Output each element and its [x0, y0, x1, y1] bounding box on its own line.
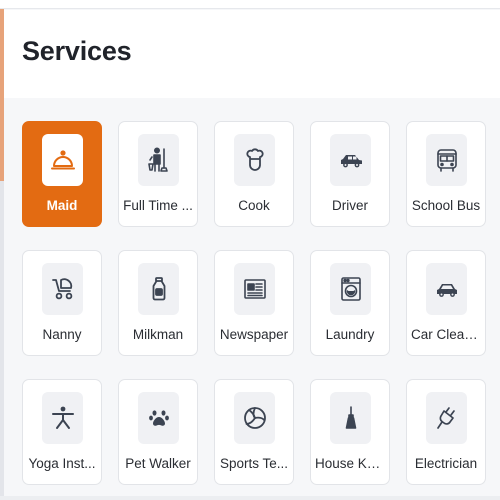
chef-icon	[245, 148, 264, 171]
bus-icon	[436, 149, 457, 172]
service-card-newspaper[interactable]: Newspaper	[214, 250, 294, 356]
service-label: Newspaper	[219, 327, 289, 342]
car-icon	[436, 284, 457, 297]
plug-icon	[436, 407, 455, 429]
services-grid: Maid Full Time ... Cook Driver School Bu…	[22, 121, 486, 485]
services-grid-area: Maid Full Time ... Cook Driver School Bu…	[4, 98, 500, 500]
service-label: Yoga Inst...	[28, 456, 96, 471]
service-label: Driver	[332, 198, 368, 213]
newspaper-icon	[243, 279, 266, 299]
service-card-milkman[interactable]: Milkman	[118, 250, 198, 356]
top-divider	[0, 0, 500, 9]
janitor-icon	[147, 147, 168, 172]
paw-icon	[148, 410, 169, 426]
header: Services	[4, 10, 500, 98]
service-card-full-time[interactable]: Full Time ...	[118, 121, 198, 227]
service-label: Pet Walker	[125, 456, 191, 471]
service-card-house-keeper[interactable]: House Ke...	[310, 379, 390, 485]
washing-machine-icon	[340, 277, 361, 301]
service-label: Maid	[46, 198, 78, 213]
service-label: House Ke...	[315, 456, 386, 471]
service-label: Nanny	[42, 327, 82, 342]
service-card-yoga-instructor[interactable]: Yoga Inst...	[22, 379, 102, 485]
stroller-icon	[51, 278, 72, 300]
service-card-maid[interactable]: Maid	[22, 121, 102, 227]
service-label: Laundry	[325, 327, 375, 342]
volleyball-icon	[243, 407, 266, 429]
service-card-school-bus[interactable]: School Bus	[406, 121, 486, 227]
service-label: Cook	[238, 198, 270, 213]
bottom-edge	[0, 496, 500, 500]
service-label: School Bus	[411, 198, 481, 213]
service-label: Sports Te...	[219, 456, 289, 471]
yoga-icon	[51, 406, 74, 429]
service-label: Milkman	[132, 327, 184, 342]
service-label: Electrician	[414, 456, 478, 471]
service-card-sports-teacher[interactable]: Sports Te...	[214, 379, 294, 485]
service-card-pet-walker[interactable]: Pet Walker	[118, 379, 198, 485]
page-title: Services	[22, 36, 132, 66]
service-label: Car Cleaner	[411, 327, 484, 342]
service-card-laundry[interactable]: Laundry	[310, 250, 390, 356]
service-label: Full Time ...	[123, 198, 193, 213]
service-card-driver[interactable]: Driver	[310, 121, 390, 227]
car-icon	[340, 155, 362, 168]
service-card-cook[interactable]: Cook	[214, 121, 294, 227]
service-bell-icon	[50, 150, 75, 170]
service-card-car-cleaner[interactable]: Car Cleaner	[406, 250, 486, 356]
service-card-nanny[interactable]: Nanny	[22, 250, 102, 356]
broom-icon	[345, 406, 356, 429]
milk-bottle-icon	[152, 277, 165, 301]
service-card-electrician[interactable]: Electrician	[406, 379, 486, 485]
